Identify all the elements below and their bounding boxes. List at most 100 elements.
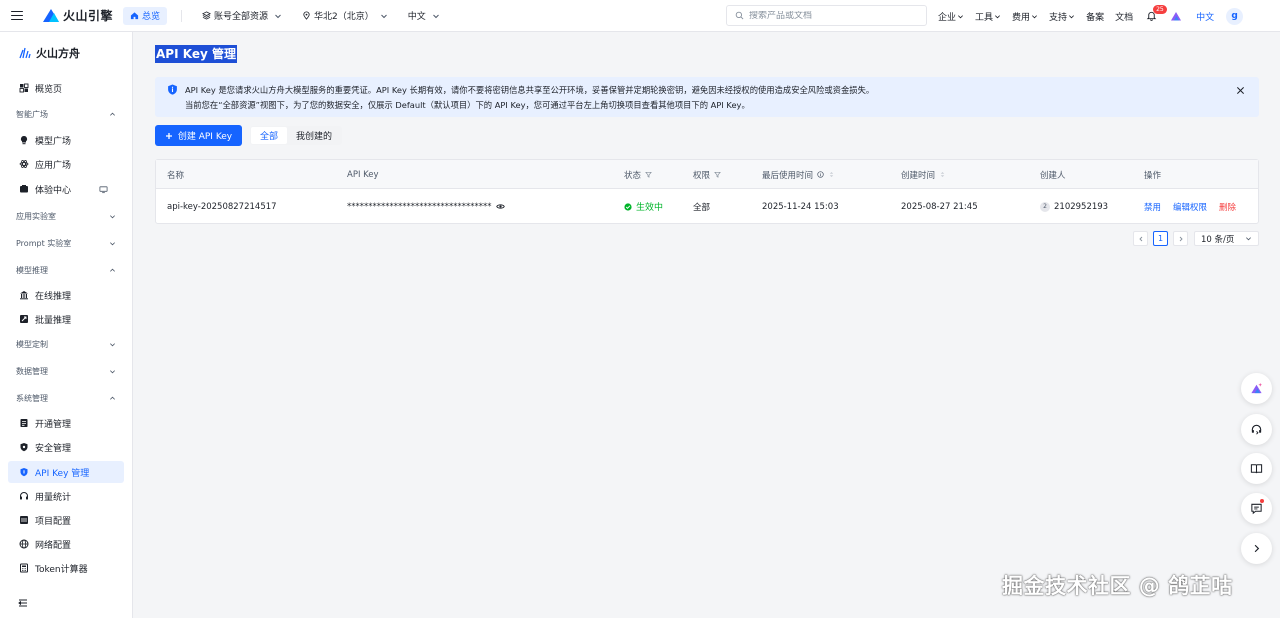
table-header: 名称 API Key 状态 权限 最后使用时间 创建时间 创建人 操作 [156, 160, 1258, 189]
language-switch-link[interactable]: 中文 [1196, 10, 1214, 23]
cell-last-used: 2025-11-24 15:03 [762, 201, 839, 212]
tab-all[interactable]: 全部 [251, 127, 288, 144]
close-icon[interactable] [1236, 86, 1245, 95]
column-creator: 创建人 [1040, 160, 1066, 189]
brand-logo[interactable]: 火山引擎 [43, 7, 113, 24]
sidebar-group-inference[interactable]: 模型推理 [16, 263, 116, 277]
menu-billing[interactable]: 费用 [1012, 10, 1038, 23]
calculator-icon [20, 563, 28, 573]
sidebar-group-prompt-lab[interactable]: Prompt 实验室 [16, 236, 116, 250]
sidebar-item-overview[interactable]: 概览页 [8, 77, 124, 99]
ai-assistant-icon[interactable] [1170, 10, 1182, 22]
collapse-sidebar-icon[interactable] [18, 598, 28, 608]
menu-tools[interactable]: 工具 [975, 10, 1001, 23]
sidebar-item-online-inference[interactable]: 在线推理 [8, 284, 124, 306]
sidebar-item-model-square[interactable]: 模型广场 [8, 129, 124, 151]
filing-link[interactable]: 备案 [1086, 10, 1104, 23]
float-support-button[interactable] [1241, 414, 1272, 445]
tab-mine[interactable]: 我创建的 [287, 127, 341, 144]
sidebar-group-system[interactable]: 系统管理 [16, 391, 116, 405]
filter-tabs: 全部 我创建的 [250, 126, 343, 145]
global-search[interactable] [726, 5, 927, 26]
alert-text-line1: API Key 是您请求火山方舟大模型服务的重要凭证。API Key 长期有效，… [185, 85, 875, 95]
sidebar-item-label: 开通管理 [35, 419, 72, 430]
column-created-at-label: 创建时间 [901, 170, 936, 181]
chevron-down-icon [110, 214, 115, 218]
sidebar-item-experience[interactable]: 体验中心 [8, 178, 124, 200]
chevron-down-icon [275, 14, 281, 18]
eye-icon[interactable] [495, 202, 505, 211]
status-badge: 生效中 [636, 203, 664, 213]
sidebar-group-customization[interactable]: 模型定制 [16, 337, 116, 351]
page-number-button[interactable]: 1 [1153, 231, 1168, 246]
atom-icon [19, 160, 29, 168]
watermark: 掘金技术社区 @ 鸽芷咕 [1002, 574, 1233, 598]
info-alert: API Key 是您请求火山方舟大模型服务的重要凭证。API Key 长期有效，… [155, 77, 1259, 117]
menu-support[interactable]: 支持 [1049, 10, 1075, 23]
creator-id: 2102952193 [1054, 201, 1109, 212]
chevron-right-icon [1254, 544, 1260, 553]
docs-link[interactable]: 文档 [1115, 10, 1133, 23]
menu-icon[interactable] [11, 10, 23, 21]
sidebar-item-api-key[interactable]: API Key 管理 [8, 461, 124, 483]
sidebar-item-label: API Key 管理 [35, 468, 90, 479]
edit-permission-button[interactable]: 编辑权限 [1173, 201, 1207, 213]
cell-permission: 全部 [693, 202, 711, 213]
filter-icon[interactable] [645, 171, 652, 178]
cell-creator: 2 2102952193 [1040, 189, 1108, 224]
cell-api-key: ********************************** [347, 189, 505, 224]
resource-select[interactable]: 账号全部资源 [202, 9, 282, 22]
filter-icon[interactable] [714, 171, 721, 178]
search-input[interactable] [749, 10, 919, 21]
float-ai-assistant-button[interactable] [1241, 373, 1272, 404]
home-button[interactable]: 总览 [123, 6, 168, 25]
sidebar-group-app-lab[interactable]: 应用实验室 [16, 209, 116, 223]
sidebar-brand[interactable]: 火山方舟 [18, 45, 80, 61]
sidebar-item-batch-inference[interactable]: 批量推理 [8, 308, 124, 330]
sort-icon[interactable] [939, 171, 946, 178]
sidebar-item-usage[interactable]: 用量统计 [8, 485, 124, 507]
sidebar-item-token-calculator[interactable]: Token计算器 [8, 557, 124, 579]
sidebar-group-data[interactable]: 数据管理 [16, 364, 116, 378]
sidebar-group-label: 模型定制 [16, 339, 48, 349]
chevron-down-icon [1032, 14, 1038, 18]
notification-button[interactable]: 25 [1146, 5, 1167, 22]
api-key-masked: ********************************** [347, 201, 492, 212]
chevron-down-icon [432, 14, 439, 18]
sidebar-item-label: 项目配置 [35, 516, 72, 527]
top-bar: 火山引擎 总览 账号全部资源 华北2（北京） 中文 企业 工具 费用 [0, 0, 1280, 32]
sidebar-item-activation[interactable]: 开通管理 [8, 412, 124, 434]
float-feedback-button[interactable] [1241, 493, 1272, 524]
sort-icon[interactable] [828, 171, 835, 178]
menu-enterprise[interactable]: 企业 [938, 10, 964, 23]
info-circle-icon[interactable] [817, 171, 824, 178]
sidebar-item-project[interactable]: 项目配置 [8, 509, 124, 531]
disable-button[interactable]: 禁用 [1144, 201, 1161, 213]
delete-button[interactable]: 删除 [1219, 201, 1236, 213]
cell-created-at: 2025-08-27 21:45 [901, 201, 978, 212]
sidebar-item-label: 网络配置 [35, 540, 72, 551]
sidebar-group-label: 系统管理 [16, 393, 48, 403]
menu-support-label: 支持 [1049, 12, 1068, 23]
float-expand-button[interactable] [1241, 533, 1272, 564]
prev-page-button[interactable] [1133, 231, 1148, 246]
sidebar-item-network[interactable]: 网络配置 [8, 533, 124, 555]
sidebar-item-app-square[interactable]: 应用广场 [8, 153, 124, 175]
float-docs-button[interactable] [1241, 453, 1272, 484]
language-select[interactable]: 中文 [408, 9, 440, 22]
user-avatar[interactable]: g [1226, 7, 1244, 25]
brand-name: 火山引擎 [63, 9, 114, 23]
region-select[interactable]: 华北2（北京） [302, 9, 388, 22]
next-page-button[interactable] [1173, 231, 1188, 246]
key-shield-icon [20, 468, 28, 477]
sidebar-item-security[interactable]: 安全管理 [8, 436, 124, 458]
monitor-icon [99, 186, 108, 194]
sidebar-group-smart-square[interactable]: 智能广场 [16, 107, 116, 121]
headset-icon [20, 492, 28, 500]
create-api-key-button[interactable]: 创建 API Key [155, 125, 242, 146]
rocket-icon [20, 315, 28, 323]
page-size-select[interactable]: 10 条/页 [1194, 231, 1259, 246]
column-actions: 操作 [1144, 160, 1161, 189]
column-created-at: 创建时间 [901, 160, 946, 189]
headset-support-icon [1251, 424, 1262, 435]
